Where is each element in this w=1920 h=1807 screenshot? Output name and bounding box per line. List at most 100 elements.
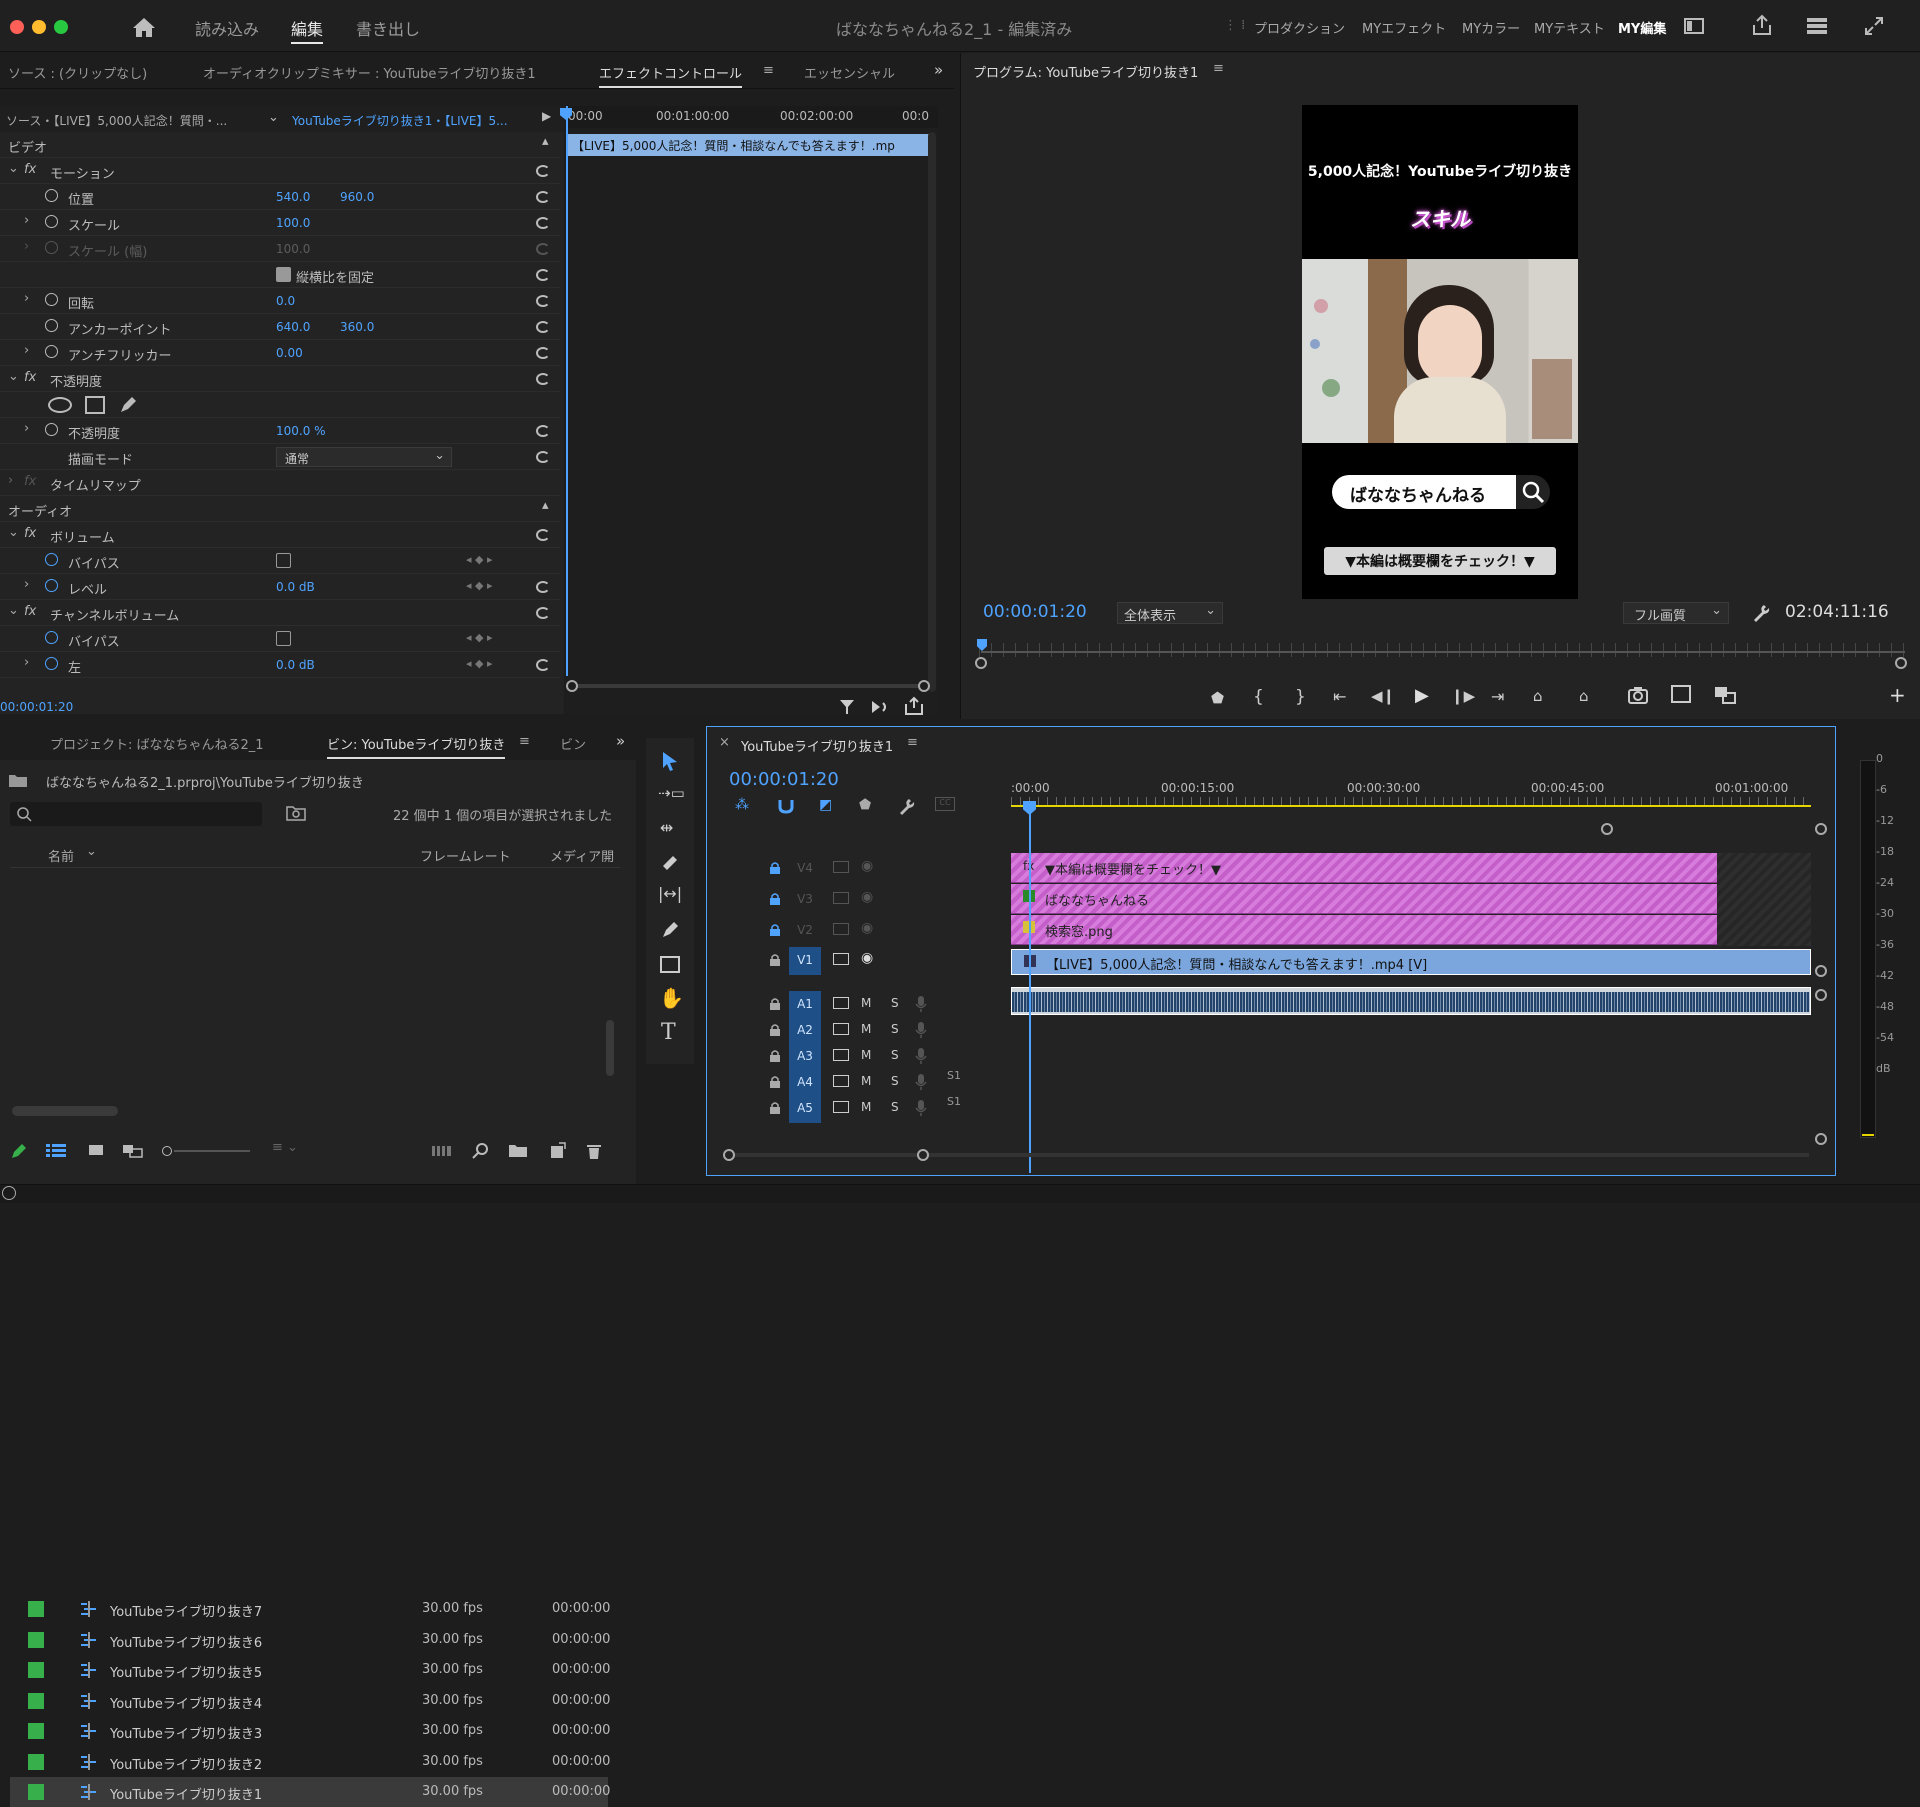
bin-menu-icon[interactable]: ≡ xyxy=(519,734,530,749)
sync-lock-icon[interactable] xyxy=(833,953,849,965)
opacity-effect-row[interactable]: ⌄ fx 不透明度 xyxy=(0,366,560,392)
filter-icon[interactable] xyxy=(838,698,856,716)
reset-icon[interactable] xyxy=(536,529,550,541)
zoom-handle-right[interactable] xyxy=(918,680,930,692)
timeline-ruler[interactable]: :00:00 00:00:15:00 00:00:30:00 00:00:45:… xyxy=(1011,781,1811,807)
workspace-import[interactable]: 読み込み xyxy=(195,16,259,40)
rectangle-tool-icon[interactable] xyxy=(660,956,680,973)
work-area-bar[interactable] xyxy=(1011,805,1811,807)
channel-volume-effect-row[interactable]: ⌄ fx チャンネルボリューム xyxy=(0,600,560,626)
level-value[interactable]: 0.0 dB xyxy=(276,580,315,594)
position-y-value[interactable]: 960.0 xyxy=(340,190,374,204)
track-lock-icon[interactable] xyxy=(769,1049,781,1063)
bin-list-item[interactable]: YouTubeライブ切り抜き5 30.00 fps 00:00:00 xyxy=(10,1655,610,1685)
trash-icon[interactable] xyxy=(586,1142,602,1160)
track-target-button[interactable]: V4 xyxy=(789,855,821,883)
timeline-vzoom-handle[interactable] xyxy=(1601,823,1613,835)
expand-chevron-icon[interactable]: › xyxy=(24,421,29,436)
sequence-menu-icon[interactable]: ≡ xyxy=(907,735,918,750)
sync-lock-icon[interactable] xyxy=(833,1049,849,1061)
stopwatch-active-icon[interactable] xyxy=(45,579,58,592)
add-button-icon[interactable]: + xyxy=(1889,683,1906,707)
workspace-production[interactable]: プロダクション xyxy=(1254,18,1345,37)
track-lock-icon[interactable] xyxy=(769,1023,781,1037)
queue-icon[interactable] xyxy=(1806,16,1828,36)
eye-icon[interactable]: ◉ xyxy=(861,858,873,874)
track-lock-icon[interactable] xyxy=(769,1101,781,1115)
expand-chevron-icon[interactable]: › xyxy=(24,577,29,592)
timeline-h-scrollbar[interactable] xyxy=(729,1153,1809,1157)
clip-a1[interactable] xyxy=(1011,987,1811,1015)
expand-chevron-icon[interactable]: › xyxy=(24,655,29,670)
bin-list-item[interactable]: YouTubeライブ切り抜き7 30.00 fps 00:00:00 xyxy=(10,1594,610,1624)
zoom-slider-handle[interactable] xyxy=(162,1146,172,1156)
label-color-swatch[interactable] xyxy=(28,1601,44,1617)
col-name[interactable]: 名前 xyxy=(48,846,74,865)
close-window-button[interactable] xyxy=(10,20,24,34)
h-scroll-right-handle[interactable] xyxy=(917,1149,929,1161)
type-tool-icon[interactable]: T xyxy=(661,1020,676,1045)
a-scroll-bottom-handle[interactable] xyxy=(1815,1133,1827,1145)
expand-chevron-icon[interactable]: ⌄ xyxy=(8,603,19,618)
bin-list-item[interactable]: YouTubeライブ切り抜き6 30.00 fps 00:00:00 xyxy=(10,1625,610,1655)
effect-controls-menu-icon[interactable]: ≡ xyxy=(763,63,774,78)
bypass-checkbox[interactable] xyxy=(276,553,291,568)
workspace-my-edit[interactable]: MY編集 xyxy=(1618,18,1666,37)
reset-icon[interactable] xyxy=(536,217,550,229)
bin-horizontal-scrollbar[interactable] xyxy=(12,1106,118,1116)
volume-effect-row[interactable]: ⌄ fx ボリューム xyxy=(0,522,560,548)
track-target-button[interactable]: V1 xyxy=(789,947,821,975)
maximize-window-button[interactable] xyxy=(54,20,68,34)
clip-v4[interactable]: fx ▼本編は概要欄をチェック！▼ xyxy=(1011,853,1717,883)
icon-view-icon[interactable] xyxy=(88,1144,104,1158)
eye-icon[interactable]: ◉ xyxy=(861,920,873,936)
export-frame-icon[interactable] xyxy=(904,696,924,716)
chevron-down-icon[interactable]: ⌄ xyxy=(268,110,279,125)
zoom-slider[interactable] xyxy=(174,1150,250,1152)
anchor-y-value[interactable]: 360.0 xyxy=(340,320,374,334)
mute-button[interactable]: M xyxy=(861,1074,871,1088)
reset-icon[interactable] xyxy=(536,451,550,463)
play-icon[interactable]: ▶ xyxy=(1415,685,1429,706)
share-icon[interactable] xyxy=(1751,14,1773,36)
automate-sequence-icon[interactable] xyxy=(432,1144,452,1158)
tab-bin-more[interactable]: ビン xyxy=(560,734,586,753)
label-color-swatch[interactable] xyxy=(28,1662,44,1678)
go-to-out-icon[interactable]: ⇥ xyxy=(1491,687,1504,706)
voiceover-mic-icon[interactable] xyxy=(915,1021,927,1039)
status-icon[interactable] xyxy=(2,1186,16,1200)
collapse-up-icon[interactable]: ▴ xyxy=(542,134,549,149)
tab-effect-controls[interactable]: エフェクトコントロール xyxy=(599,63,743,88)
stopwatch-active-icon[interactable] xyxy=(45,657,58,670)
pen-tool-icon[interactable] xyxy=(660,920,680,940)
new-search-bin-icon[interactable] xyxy=(286,804,306,822)
sync-lock-icon[interactable] xyxy=(833,1101,849,1113)
sync-lock-icon[interactable] xyxy=(833,892,849,904)
camera-icon[interactable] xyxy=(1627,685,1649,705)
track-lock-icon[interactable] xyxy=(769,953,781,967)
linked-selection-icon[interactable]: ◩ xyxy=(819,797,832,813)
keyframe-nav-icon[interactable]: ◂ ◆ ▸ xyxy=(466,553,493,566)
sequence-tab[interactable]: YouTubeライブ切り抜き1 xyxy=(741,736,893,755)
home-icon[interactable] xyxy=(132,16,156,38)
sync-lock-icon[interactable] xyxy=(833,1075,849,1087)
more-tabs-icon[interactable]: » xyxy=(616,732,625,750)
extract-icon[interactable]: ⌂ xyxy=(1579,687,1589,705)
solo-button[interactable]: S xyxy=(891,1022,899,1036)
list-view-icon[interactable] xyxy=(46,1144,66,1158)
voiceover-mic-icon[interactable] xyxy=(915,995,927,1013)
stopwatch-icon[interactable] xyxy=(45,423,58,436)
bin-list-item[interactable]: YouTubeライブ切り抜き2 30.00 fps 00:00:00 xyxy=(10,1747,610,1777)
time-remap-row[interactable]: › fx タイムリマップ xyxy=(0,470,560,496)
step-forward-icon[interactable]: ❙▶ xyxy=(1451,687,1475,705)
keyframe-nav-icon[interactable]: ◂ ◆ ▸ xyxy=(466,631,493,644)
expand-chevron-icon[interactable]: › xyxy=(8,473,13,488)
v-scroll-mid-handle[interactable] xyxy=(1815,965,1827,977)
expand-chevron-icon[interactable]: › xyxy=(24,213,29,228)
effect-zoom-bar[interactable] xyxy=(568,684,928,688)
stopwatch-active-icon[interactable] xyxy=(45,631,58,644)
stopwatch-icon[interactable] xyxy=(45,293,58,306)
wrench-icon[interactable] xyxy=(897,797,915,815)
solo-button[interactable]: S xyxy=(891,1048,899,1062)
uniform-scale-checkbox[interactable] xyxy=(276,267,291,282)
